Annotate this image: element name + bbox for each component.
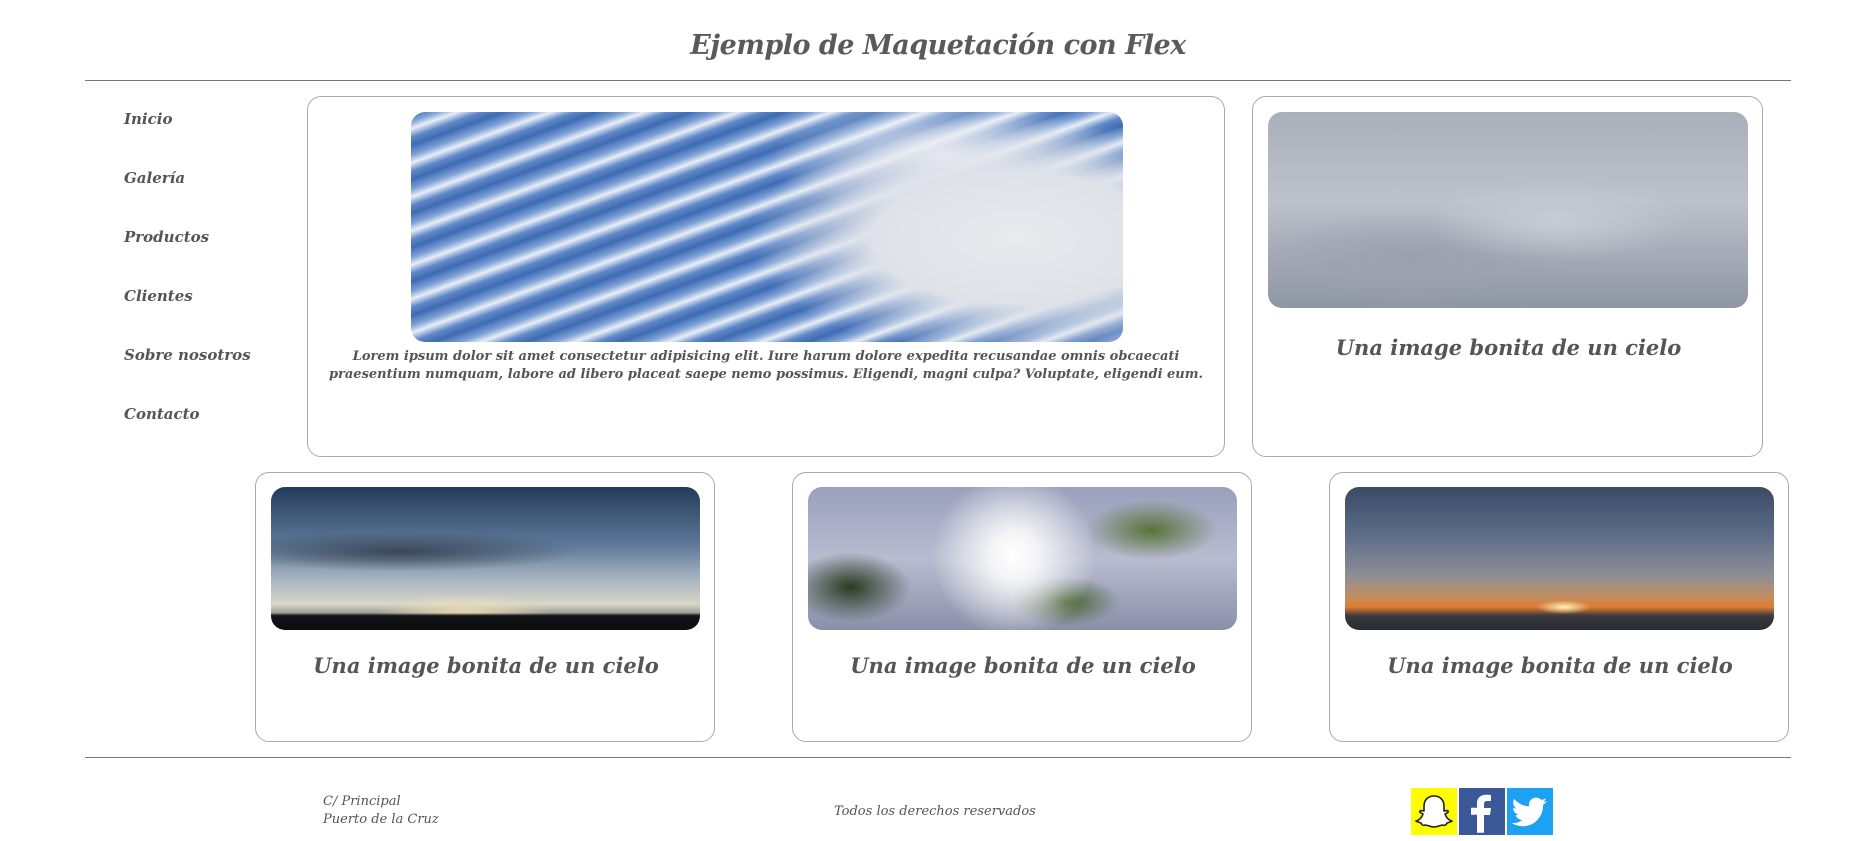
footer-address: C/ Principal Puerto de la Cruz	[323, 793, 439, 829]
page-title: Ejemplo de Maquetación con Flex	[690, 30, 1186, 61]
facebook-link[interactable]	[1459, 788, 1505, 835]
card-caption: Una image bonita de un cielo	[313, 653, 659, 678]
sky-image	[1268, 112, 1748, 308]
sky-image	[411, 112, 1123, 342]
image-card: Una image bonita de un cielo	[1252, 96, 1763, 457]
card-caption: Una image bonita de un cielo	[1387, 653, 1733, 678]
image-card: Una image bonita de un cielo	[255, 472, 715, 742]
nav-item-sobre-nosotros[interactable]: Sobre nosotros	[124, 344, 274, 403]
sunset-image	[271, 487, 700, 630]
snapchat-link[interactable]	[1411, 788, 1457, 835]
nav-item-galeria[interactable]: Galería	[124, 167, 274, 226]
footer-divider	[85, 757, 1791, 758]
header-divider	[85, 80, 1791, 81]
image-card: Una image bonita de un cielo	[792, 472, 1252, 742]
social-links	[1411, 788, 1553, 835]
sidebar-nav: Inicio Galería Productos Clientes Sobre …	[124, 108, 274, 462]
footer-copyright: Todos los derechos reservados	[834, 804, 1036, 819]
facebook-icon	[1471, 794, 1491, 833]
card-caption: Una image bonita de un cielo	[850, 653, 1196, 678]
snapchat-icon	[1415, 794, 1453, 828]
main-card-text: Lorem ipsum dolor sit amet consectetur a…	[328, 349, 1204, 382]
nav-item-inicio[interactable]: Inicio	[124, 108, 274, 167]
nav-item-clientes[interactable]: Clientes	[124, 285, 274, 344]
twitter-icon	[1512, 797, 1547, 826]
image-card: Una image bonita de un cielo	[1329, 472, 1789, 742]
card-caption: Una image bonita de un cielo	[1335, 335, 1682, 360]
horizon-sunset-image	[1345, 487, 1774, 630]
address-line: Puerto de la Cruz	[323, 812, 439, 827]
main-card: Lorem ipsum dolor sit amet consectetur a…	[307, 96, 1225, 457]
address-line: C/ Principal	[323, 794, 401, 809]
twitter-link[interactable]	[1507, 788, 1553, 835]
nav-item-productos[interactable]: Productos	[124, 226, 274, 285]
tree-sky-image	[808, 487, 1237, 630]
nav-item-contacto[interactable]: Contacto	[124, 403, 274, 462]
